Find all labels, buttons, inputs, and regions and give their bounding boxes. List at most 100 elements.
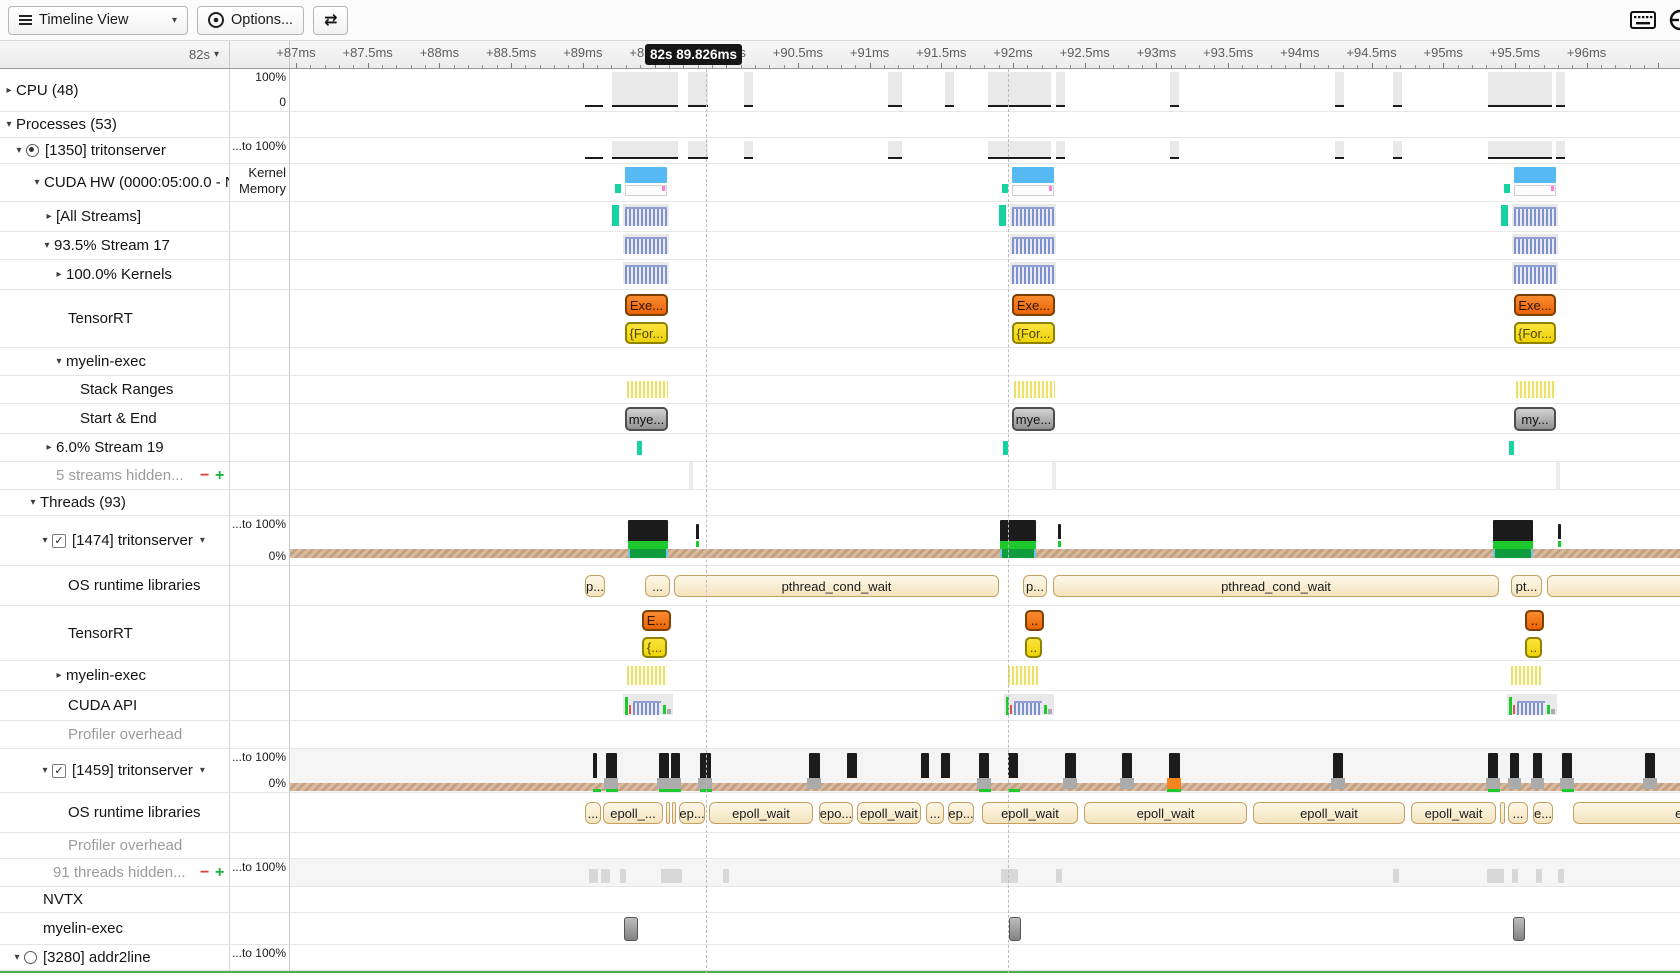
sidebar-item-hidden5[interactable]: 5 streams hidden...−+ — [0, 462, 230, 490]
event-range[interactable]: epoll_wait — [1084, 802, 1247, 824]
memcpy-block[interactable] — [999, 205, 1006, 226]
memory-activity-block[interactable] — [1514, 185, 1556, 196]
expand-plus-button[interactable]: + — [215, 467, 224, 485]
range-burst[interactable] — [1008, 666, 1038, 685]
range-burst[interactable] — [1014, 381, 1055, 398]
thread-busy-spike[interactable] — [606, 753, 617, 778]
chevron-right-icon[interactable]: ▸ — [42, 442, 56, 453]
nvtx-range[interactable] — [624, 917, 638, 941]
sidebar-item-allstreams[interactable]: ▸[All Streams] — [0, 202, 230, 232]
kernel-burst[interactable] — [1012, 265, 1054, 284]
sidebar-item-myelin_nvtx[interactable]: myelin-exec — [0, 913, 230, 945]
thread-busy-spike[interactable] — [1065, 753, 1076, 778]
chevron-down-icon[interactable]: ▾ — [40, 240, 54, 251]
thread-busy-spike[interactable] — [921, 753, 929, 778]
sidebar-item-stream19[interactable]: ▸6.0% Stream 19 — [0, 434, 230, 462]
tensorrt-range[interactable]: .. — [1525, 610, 1544, 631]
sidebar-item-prof1459[interactable]: Profiler overhead — [0, 833, 230, 859]
nvtx-range[interactable] — [1513, 917, 1525, 941]
track-kernels[interactable] — [290, 260, 1680, 290]
sidebar-item-stack[interactable]: Stack Ranges — [0, 376, 230, 404]
range-burst[interactable] — [627, 666, 667, 685]
sidebar-item-osrt1474[interactable]: OS runtime libraries — [0, 566, 230, 606]
sidebar-item-addr2line[interactable]: ▾[3280] addr2line — [0, 945, 230, 971]
event-range[interactable]: p... — [585, 575, 605, 597]
chevron-right-icon[interactable]: ▸ — [52, 670, 66, 681]
sidebar-item-t1459[interactable]: ▾✓[1459] tritonserver▾ — [0, 749, 230, 793]
track-startend[interactable]: mye...mye...my... — [290, 404, 1680, 434]
track-myelin1474[interactable] — [290, 661, 1680, 691]
track-stream19[interactable] — [290, 434, 1680, 462]
memcpy-mark[interactable] — [615, 184, 621, 193]
forward-range[interactable]: .. — [1025, 637, 1042, 658]
expand-plus-button[interactable]: + — [215, 864, 224, 882]
sidebar-item-stream17[interactable]: ▾93.5% Stream 17 — [0, 232, 230, 260]
track-cudaapi[interactable] — [290, 691, 1680, 721]
tensorrt-range[interactable]: Exe... — [1514, 294, 1556, 316]
thread-busy-spike[interactable] — [1510, 753, 1519, 778]
event-range[interactable]: ep... — [679, 802, 705, 824]
sidebar-item-prof1474[interactable]: Profiler overhead — [0, 721, 230, 749]
checkbox-checked-icon[interactable]: ✓ — [52, 764, 66, 778]
thread-busy-block[interactable] — [1000, 520, 1036, 541]
checkbox-checked-icon[interactable]: ✓ — [52, 534, 66, 548]
thread-busy-block[interactable] — [628, 520, 668, 541]
sidebar-item-cudahw[interactable]: ▾CUDA HW (0000:05:00.0 - N — [0, 164, 230, 202]
kernel-burst[interactable] — [1514, 207, 1556, 226]
range-burst[interactable] — [627, 381, 668, 398]
tensorrt-range[interactable]: Exe... — [625, 294, 668, 316]
track-trt_hw[interactable]: Exe...Exe...Exe...{For...{For...{For... — [290, 290, 1680, 348]
thread-busy-spike[interactable] — [1333, 753, 1343, 778]
track-nvtx[interactable] — [290, 887, 1680, 913]
chevron-right-icon[interactable]: ▸ — [2, 85, 16, 96]
cuda-api-burst[interactable] — [633, 701, 661, 715]
event-range[interactable]: pthread_cond_wait — [674, 575, 999, 597]
track-cudahw[interactable] — [290, 164, 1680, 202]
sidebar-item-nvtx[interactable]: NVTX — [0, 887, 230, 913]
collapse-minus-button[interactable]: − — [200, 864, 209, 882]
sidebar-item-myelin_hw[interactable]: ▾myelin-exec — [0, 348, 230, 376]
forward-range[interactable]: .. — [1525, 637, 1542, 658]
kernel-burst[interactable] — [625, 265, 667, 284]
thread-busy-spike[interactable] — [847, 753, 857, 778]
stream-event-mark[interactable] — [637, 441, 642, 455]
keyboard-icon[interactable] — [1630, 11, 1656, 29]
event-range[interactable]: epoll_... — [603, 802, 663, 824]
memcpy-block[interactable] — [612, 205, 619, 226]
sidebar-item-cudaapi[interactable]: CUDA API — [0, 691, 230, 721]
tensorrt-range[interactable]: Exe... — [1012, 294, 1055, 316]
kernel-burst[interactable] — [1012, 207, 1054, 226]
sidebar-item-kernels[interactable]: ▸100.0% Kernels — [0, 260, 230, 290]
event-range[interactable]: e... — [1533, 802, 1553, 824]
thread-busy-spike[interactable] — [941, 753, 950, 778]
chevron-down-icon[interactable]: ▾ — [10, 952, 24, 963]
track-t1459[interactable] — [290, 749, 1680, 793]
thread-busy-spike[interactable] — [1008, 753, 1018, 778]
track-prof1459[interactable] — [290, 833, 1680, 859]
cuda-api-burst[interactable] — [1517, 701, 1545, 715]
track-allstreams[interactable] — [290, 202, 1680, 232]
stream-event-mark[interactable] — [1003, 441, 1008, 455]
track-cpu[interactable] — [290, 69, 1680, 112]
thread-busy-spike[interactable] — [1122, 753, 1132, 778]
event-range[interactable]: ... — [645, 575, 670, 597]
track-hidden5[interactable] — [290, 462, 1680, 490]
sidebar-item-trt_hw[interactable]: TensorRT — [0, 290, 230, 348]
track-stream17[interactable] — [290, 232, 1680, 260]
sidebar-item-threads[interactable]: ▾Threads (93) — [0, 490, 230, 516]
forward-range[interactable]: {For... — [1012, 322, 1055, 344]
options-button[interactable]: Options... — [197, 6, 304, 35]
memcpy-mark[interactable] — [1504, 184, 1510, 193]
radio-icon[interactable] — [24, 951, 37, 964]
sidebar-item-hidden91[interactable]: 91 threads hidden...−+ — [0, 859, 230, 887]
swap-rows-button[interactable]: ⇄ — [313, 6, 348, 35]
tensorrt-range[interactable]: E... — [642, 610, 671, 631]
thread-busy-spike[interactable] — [671, 753, 680, 778]
chevron-down-icon[interactable]: ▾ — [38, 765, 52, 776]
chevron-down-icon[interactable]: ▾ — [26, 497, 40, 508]
track-addr2line[interactable] — [290, 945, 1680, 971]
thread-busy-spike[interactable] — [593, 753, 597, 778]
event-range[interactable]: ep... — [948, 802, 974, 824]
thread-running-block[interactable] — [1493, 541, 1533, 549]
kernel-burst[interactable] — [1514, 237, 1556, 254]
